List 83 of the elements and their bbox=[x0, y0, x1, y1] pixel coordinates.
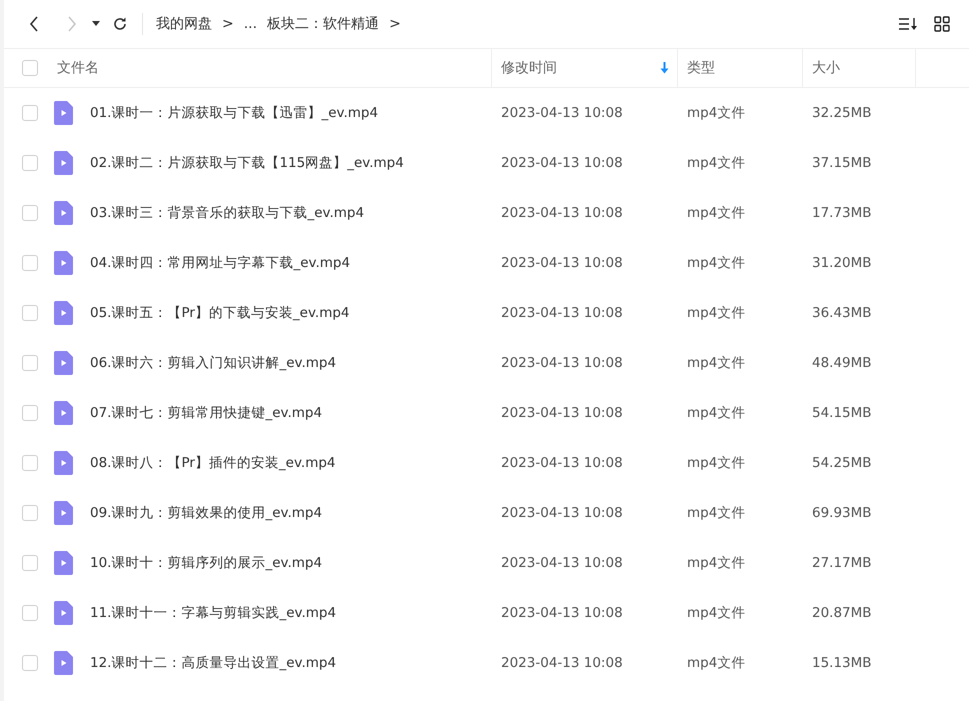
file-type: mp4文件 bbox=[687, 654, 746, 671]
file-type: mp4文件 bbox=[687, 554, 746, 571]
breadcrumb-link[interactable]: ... bbox=[244, 14, 258, 34]
column-header[interactable]: 文件名 bbox=[57, 58, 99, 78]
file-type: mp4文件 bbox=[687, 254, 746, 271]
file-name[interactable]: 02.课时二：片源获取与下载【115网盘】_ev.mp4 bbox=[90, 152, 404, 174]
modified-time: 2023-04-13 10:08 bbox=[501, 504, 623, 521]
video-file-icon bbox=[54, 501, 73, 525]
file-name[interactable]: 11.课时十一：字幕与剪辑实践_ev.mp4 bbox=[90, 602, 336, 624]
video-file-icon bbox=[54, 301, 73, 325]
file-type: mp4文件 bbox=[687, 204, 746, 221]
column-header[interactable]: 大小 bbox=[812, 58, 840, 78]
file-name[interactable]: 04.课时四：常用网址与字幕下载_ev.mp4 bbox=[90, 252, 350, 274]
modified-time: 2023-04-13 10:08 bbox=[501, 204, 623, 221]
file-size: 48.49MB bbox=[812, 354, 872, 371]
file-size: 54.15MB bbox=[812, 404, 872, 421]
column-header[interactable]: 类型 bbox=[687, 58, 715, 78]
video-file-icon bbox=[54, 251, 73, 275]
video-file-icon bbox=[54, 551, 73, 575]
checkbox[interactable] bbox=[22, 605, 38, 621]
checkbox[interactable] bbox=[22, 255, 38, 271]
file-size: 32.25MB bbox=[812, 104, 872, 121]
file-name[interactable]: 08.课时八：【Pr】插件的安装_ev.mp4 bbox=[90, 452, 336, 474]
modified-time: 2023-04-13 10:08 bbox=[501, 554, 623, 571]
file-name[interactable]: 07.课时七：剪辑常用快捷键_ev.mp4 bbox=[90, 402, 322, 424]
modified-time: 2023-04-13 10:08 bbox=[501, 354, 623, 371]
checkbox[interactable] bbox=[22, 205, 38, 221]
modified-time: 2023-04-13 10:08 bbox=[501, 654, 623, 671]
file-size: 15.13MB bbox=[812, 654, 872, 671]
breadcrumb-link[interactable]: 我的网盘 bbox=[156, 14, 212, 34]
breadcrumb-separator: > bbox=[389, 14, 401, 34]
modified-time: 2023-04-13 10:08 bbox=[501, 604, 623, 621]
breadcrumb-link[interactable]: 板块二：软件精通 bbox=[267, 14, 380, 34]
video-file-icon bbox=[54, 151, 73, 175]
column-header[interactable]: 修改时间 bbox=[501, 58, 557, 78]
modified-time: 2023-04-13 10:08 bbox=[501, 154, 623, 171]
modified-time: 2023-04-13 10:08 bbox=[501, 254, 623, 271]
file-type: mp4文件 bbox=[687, 154, 746, 171]
video-file-icon bbox=[54, 651, 73, 675]
file-type: mp4文件 bbox=[687, 354, 746, 371]
video-file-icon bbox=[54, 401, 73, 425]
file-size: 36.43MB bbox=[812, 304, 872, 321]
file-type: mp4文件 bbox=[687, 604, 746, 621]
checkbox[interactable] bbox=[22, 105, 38, 121]
file-name[interactable]: 03.课时三：背景音乐的获取与下载_ev.mp4 bbox=[90, 202, 364, 224]
checkbox[interactable] bbox=[22, 355, 38, 371]
file-name[interactable]: 09.课时九：剪辑效果的使用_ev.mp4 bbox=[90, 502, 322, 524]
video-file-icon bbox=[54, 451, 73, 475]
file-name[interactable]: 05.课时五：【Pr】的下载与安装_ev.mp4 bbox=[90, 302, 350, 324]
file-type: mp4文件 bbox=[687, 104, 746, 121]
file-size: 31.20MB bbox=[812, 254, 872, 271]
video-file-icon bbox=[54, 601, 73, 625]
file-type: mp4文件 bbox=[687, 504, 746, 521]
file-name[interactable]: 06.课时六：剪辑入门知识讲解_ev.mp4 bbox=[90, 352, 336, 374]
modified-time: 2023-04-13 10:08 bbox=[501, 104, 623, 121]
checkbox[interactable] bbox=[22, 555, 38, 571]
file-size: 54.25MB bbox=[812, 454, 872, 471]
file-size: 37.15MB bbox=[812, 154, 872, 171]
caret-icon bbox=[92, 21, 100, 27]
checkbox[interactable] bbox=[22, 455, 38, 471]
checkbox[interactable] bbox=[22, 405, 38, 421]
file-size: 20.87MB bbox=[812, 604, 872, 621]
file-type: mp4文件 bbox=[687, 304, 746, 321]
checkbox[interactable] bbox=[22, 305, 38, 321]
checkbox[interactable] bbox=[22, 505, 38, 521]
video-file-icon bbox=[54, 201, 73, 225]
file-size: 17.73MB bbox=[812, 204, 872, 221]
file-name[interactable]: 10.课时十：剪辑序列的展示_ev.mp4 bbox=[90, 552, 322, 574]
file-name[interactable]: 01.课时一：片源获取与下载【迅雷】_ev.mp4 bbox=[90, 102, 378, 124]
breadcrumb-separator: > bbox=[222, 14, 234, 34]
modified-time: 2023-04-13 10:08 bbox=[501, 454, 623, 471]
checkbox[interactable] bbox=[22, 655, 38, 671]
file-name[interactable]: 12.课时十二：高质量导出设置_ev.mp4 bbox=[90, 652, 336, 674]
modified-time: 2023-04-13 10:08 bbox=[501, 404, 623, 421]
file-size: 27.17MB bbox=[812, 554, 872, 571]
video-file-icon bbox=[54, 101, 73, 125]
checkbox[interactable] bbox=[22, 155, 38, 171]
file-type: mp4文件 bbox=[687, 454, 746, 471]
video-file-icon bbox=[54, 351, 73, 375]
checkbox[interactable] bbox=[22, 60, 38, 76]
file-size: 69.93MB bbox=[812, 504, 872, 521]
modified-time: 2023-04-13 10:08 bbox=[501, 304, 623, 321]
file-type: mp4文件 bbox=[687, 404, 746, 421]
